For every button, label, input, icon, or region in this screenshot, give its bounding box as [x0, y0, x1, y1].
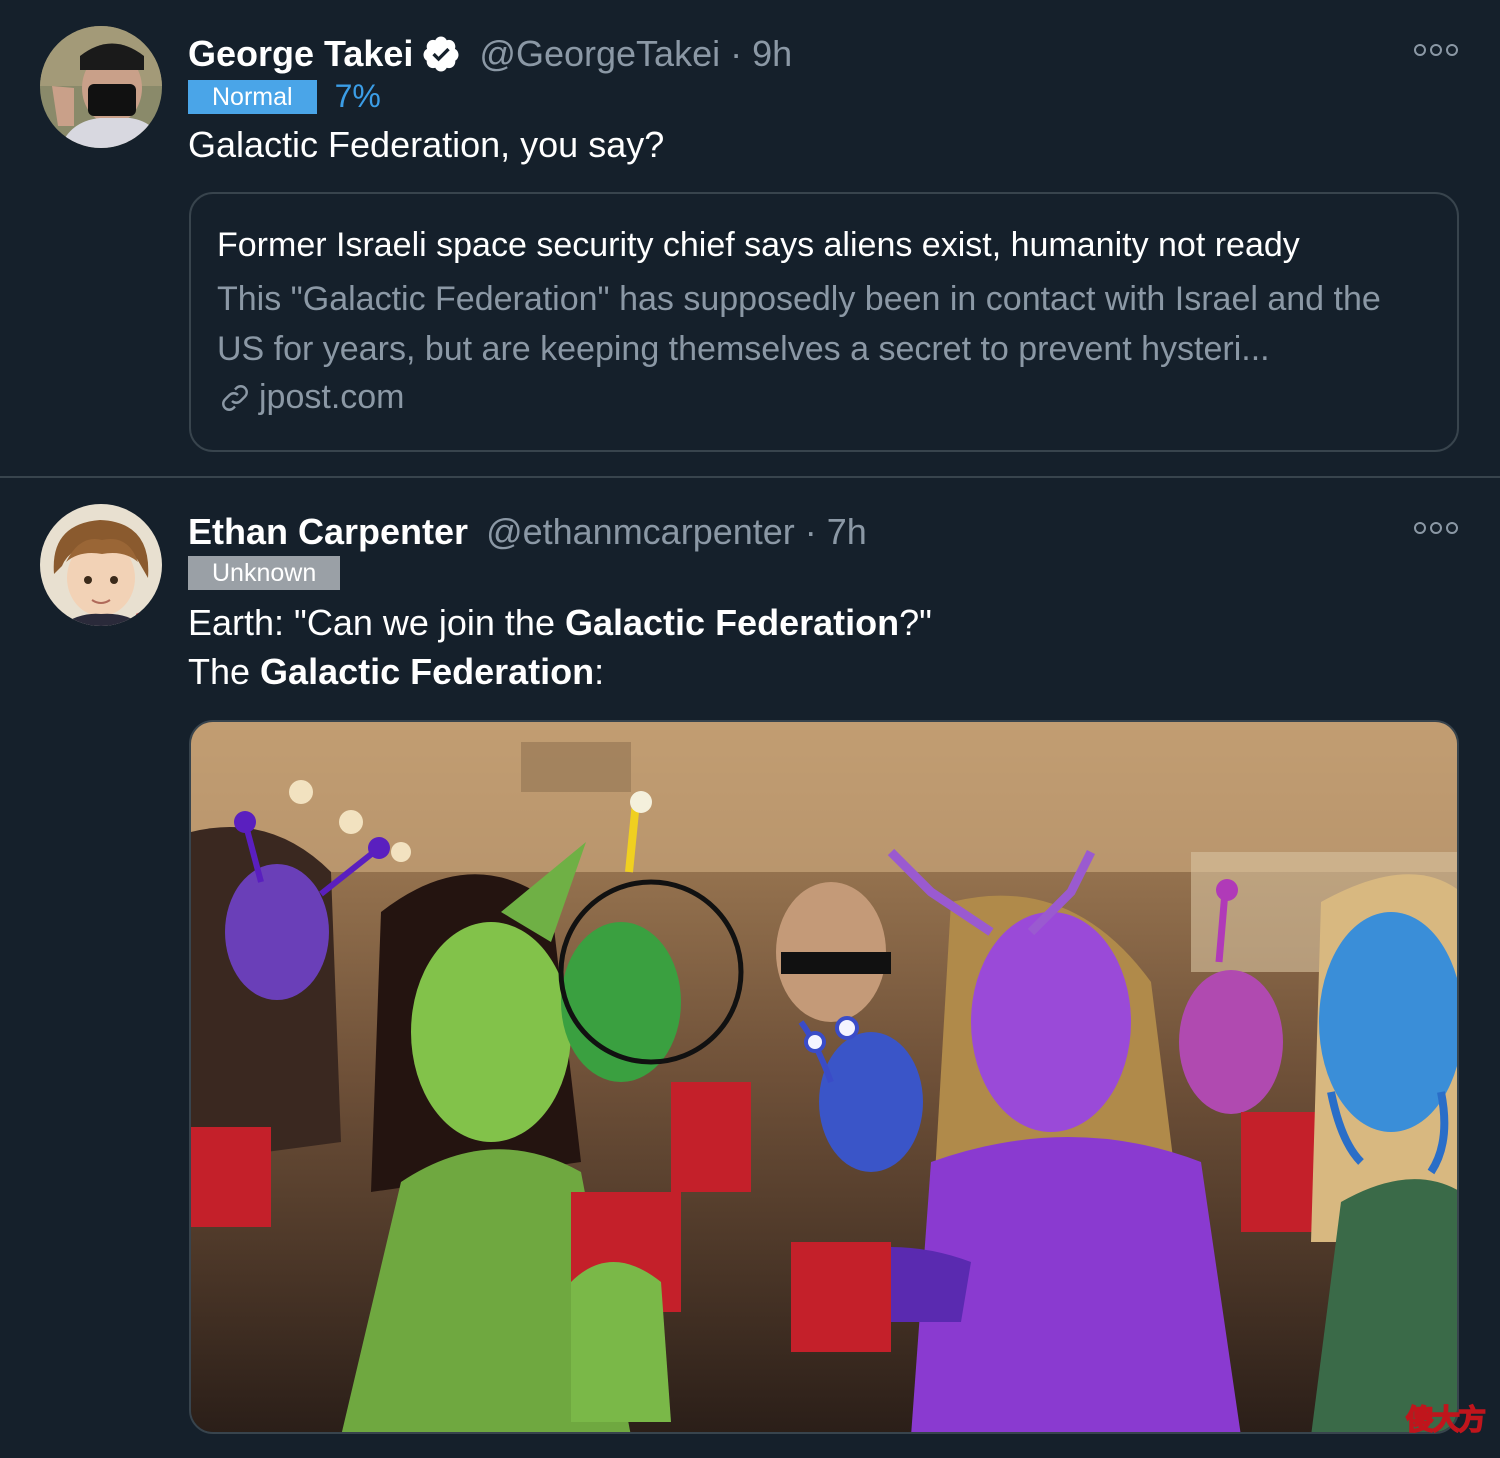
badge-row: Unknown — [188, 556, 341, 590]
watermark: 傻大方 — [1405, 1403, 1487, 1436]
link-icon — [222, 384, 248, 411]
badge-row: Normal 7% — [188, 78, 381, 115]
separator: · — [730, 33, 743, 74]
more-options-icon[interactable] — [1414, 520, 1458, 536]
card-domain: jpost.com — [217, 378, 1431, 417]
timestamp[interactable]: 9h — [752, 33, 792, 75]
tweet-image[interactable] — [189, 720, 1459, 1434]
card-title: Former Israeli space security chief says… — [217, 226, 1300, 264]
verified-badge-icon — [423, 36, 459, 72]
card-description: This "Galactic Federation" has supposedl… — [217, 280, 1381, 368]
tweet-text: Earth: "Can we join the Galactic Federat… — [188, 598, 932, 696]
display-name[interactable]: Ethan Carpenter — [188, 511, 468, 553]
tweet-text-line-2: The Galactic Federation: — [188, 651, 605, 692]
bold-text: Galactic Federation — [260, 651, 595, 692]
display-name[interactable]: George Takei — [188, 33, 413, 75]
card-domain-text: jpost.com — [259, 378, 405, 416]
timestamp[interactable]: 7h — [827, 511, 867, 553]
tweet-george-takei[interactable]: George Takei @GeorgeTakei · 9h Normal 7%… — [0, 0, 1500, 478]
more-options-icon[interactable] — [1414, 42, 1458, 58]
tweet-text-line-1: Earth: "Can we join the Galactic Federat… — [188, 602, 932, 643]
tweet-text: Galactic Federation, you say? — [188, 124, 665, 165]
bold-text: Galactic Federation — [564, 602, 900, 643]
avatar[interactable] — [40, 26, 162, 148]
avatar[interactable] — [40, 504, 162, 626]
user-handle[interactable]: @GeorgeTakei — [479, 33, 720, 75]
link-card[interactable]: Former Israeli space security chief says… — [189, 192, 1459, 452]
tweet-header: George Takei @GeorgeTakei · 9h — [188, 26, 792, 82]
percent-label: 7% — [334, 78, 381, 114]
status-badge: Unknown — [188, 556, 341, 590]
status-badge: Normal — [188, 79, 317, 114]
meme-image — [191, 722, 1457, 1432]
tweet-header: Ethan Carpenter @ethanmcarpenter · 7h — [188, 504, 867, 560]
separator: · — [804, 511, 817, 552]
user-handle[interactable]: @ethanmcarpenter — [486, 511, 795, 553]
